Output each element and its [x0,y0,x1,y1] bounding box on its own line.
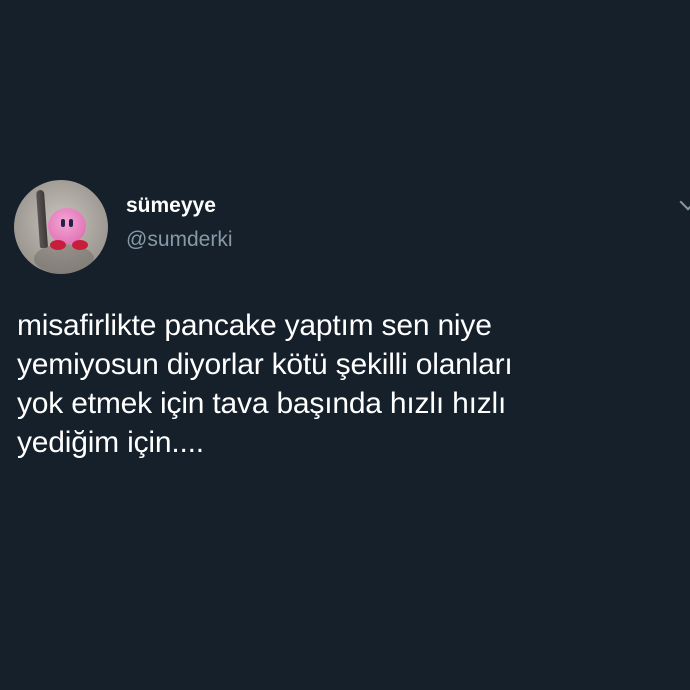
avatar[interactable] [14,180,108,274]
user-handle[interactable]: @sumderki [126,227,233,253]
kirby-left-foot [50,240,66,250]
tweet-card: sümeyye @sumderki misafirlikte pancake y… [0,0,690,690]
knife-image [35,189,49,249]
kirby-right-foot [72,240,88,250]
display-name[interactable]: sümeyye [126,193,233,219]
kirby-image [48,208,86,244]
tweet-header: sümeyye @sumderki [14,180,233,274]
tweet-text: misafirlikte pancake yaptım sen niye yem… [17,309,513,459]
user-names: sümeyye @sumderki [126,194,233,253]
chevron-down-icon[interactable] [679,193,690,211]
